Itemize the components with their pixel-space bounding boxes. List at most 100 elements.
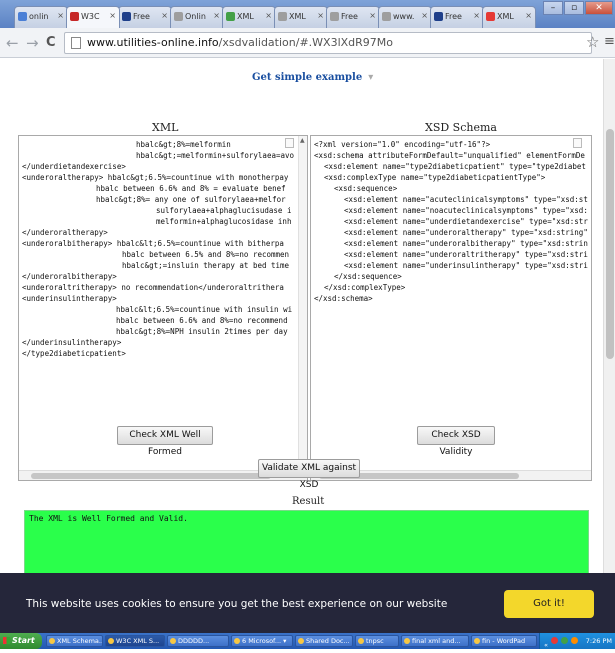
validate-xml-against-xsd-button[interactable]: Validate XML against XSD xyxy=(258,459,360,490)
taskbar-clock[interactable]: 7:26 PM xyxy=(586,633,612,649)
code-line: <xsd:sequence> xyxy=(334,184,398,193)
taskbar-app-icon xyxy=(298,638,304,644)
chevron-down-icon: ▾ xyxy=(368,72,374,83)
tab-close-icon[interactable]: × xyxy=(317,11,324,20)
tab-close-icon[interactable]: × xyxy=(109,11,116,20)
tab-label: Onlin xyxy=(185,12,206,21)
taskbar-item[interactable]: final xml and... xyxy=(401,635,469,647)
get-simple-example-link[interactable]: Get simple example ▾ xyxy=(252,72,373,83)
scroll-thumb[interactable] xyxy=(31,473,271,479)
browser-tab[interactable]: Free × xyxy=(430,6,484,28)
taskbar-item[interactable]: Shared Doc... xyxy=(295,635,353,647)
tray-app-icon[interactable] xyxy=(570,637,578,644)
scroll-up-icon[interactable]: ▲ xyxy=(300,137,305,144)
code-line: hbalc&gt;8%=NPH insulin 2times per day xyxy=(116,327,288,336)
browser-tab[interactable]: www. × xyxy=(378,6,432,28)
browser-menu-icon[interactable]: ≡ xyxy=(604,34,615,49)
tray-expand-icon[interactable]: « xyxy=(544,637,548,653)
browser-tab[interactable]: XML × xyxy=(222,6,276,28)
code-line: hbalc&gt;=insluin therapy at bed time xyxy=(122,261,290,270)
tab-favicon-icon xyxy=(330,12,339,21)
check-xsd-validity-button[interactable]: Check XSD Validity xyxy=(417,426,495,457)
close-window-button[interactable]: ✕ xyxy=(585,1,613,15)
taskbar-item-label: fin - WordPad xyxy=(482,637,526,645)
result-label: Result xyxy=(292,496,325,507)
page-content: Get simple example ▾ XML XSD Schema ▲ ▼ h… xyxy=(0,59,603,633)
browser-tab[interactable]: Onlin × xyxy=(170,6,224,28)
tab-close-icon[interactable]: × xyxy=(473,11,480,20)
forward-button[interactable]: → xyxy=(26,34,39,52)
tab-label: XML xyxy=(237,12,254,21)
taskbar-item[interactable]: tnpsc xyxy=(355,635,399,647)
browser-tab[interactable]: Free × xyxy=(326,6,380,28)
browser-tab[interactable]: XML × xyxy=(274,6,328,28)
tab-close-icon[interactable]: × xyxy=(57,11,64,20)
code-line: <xsd:complexType name="type2diabeticpati… xyxy=(324,173,546,182)
code-line: </type2diabeticpatient> xyxy=(22,349,126,358)
tab-label: W3C xyxy=(81,12,100,21)
browser-tab[interactable]: onlin × xyxy=(14,6,68,28)
tab-favicon-icon xyxy=(486,12,495,21)
tray-app-icon[interactable] xyxy=(550,637,558,644)
tab-close-icon[interactable]: × xyxy=(213,11,220,20)
tab-favicon-icon xyxy=(174,12,183,21)
minimize-button[interactable]: – xyxy=(543,1,563,15)
code-line: <xsd:element name="underoralbitherapy" t… xyxy=(344,239,588,248)
url-path: /xsdvalidation/#.WX3lXdR97Mo xyxy=(218,36,394,49)
start-button[interactable]: Start xyxy=(0,633,42,649)
tab-close-icon[interactable]: × xyxy=(161,11,168,20)
editor-resize-icon[interactable] xyxy=(573,138,582,148)
get-example-label: Get simple example xyxy=(252,72,363,83)
browser-tab[interactable]: W3C × xyxy=(66,6,120,28)
taskbar-item[interactable]: fin - WordPad xyxy=(471,635,537,647)
xsd-panel-title: XSD Schema xyxy=(425,121,497,134)
browser-tab-strip: – ▫ ✕ onlin × W3C × Free × Onlin × XML × XML × Free ×… xyxy=(0,0,615,28)
tab-close-icon[interactable]: × xyxy=(421,11,428,20)
tab-favicon-icon xyxy=(434,12,443,21)
code-line: hbalc&gt;=melformin+sulforylaea=avo xyxy=(136,151,295,160)
windows-taskbar: Start « 7:26 PM XML Schema... W3C XML S..… xyxy=(0,633,615,649)
cookie-accept-button[interactable]: Got it! xyxy=(504,590,594,618)
editor-resize-icon[interactable] xyxy=(285,138,294,148)
back-button[interactable]: ← xyxy=(6,34,19,52)
taskbar-item[interactable]: 6 Microsof... ▾ xyxy=(231,635,293,647)
code-line: <xsd:element name="underoraltherapy" typ… xyxy=(344,228,588,237)
address-bar[interactable]: www.utilities-online.info/xsdvalidation/… xyxy=(64,32,592,54)
xml-editor-vertical-scrollbar[interactable]: ▲ ▼ xyxy=(298,136,307,472)
taskbar-item-label: DDDDD... xyxy=(178,637,210,645)
tab-label: Free xyxy=(133,12,150,21)
tab-label: www. xyxy=(393,12,415,21)
tab-label: Free xyxy=(445,12,462,21)
window-controls: – ▫ ✕ xyxy=(543,1,613,15)
url-host: www.utilities-online.info xyxy=(87,36,219,49)
code-line: <underoralbitherapy> hbalc&lt;6.5%=count… xyxy=(22,239,284,248)
code-line: <xsd:schema attributeFormDefault="unqual… xyxy=(314,151,585,160)
taskbar-item-label: Shared Doc... xyxy=(306,637,350,645)
tab-close-icon[interactable]: × xyxy=(369,11,376,20)
taskbar-item[interactable]: W3C XML S... xyxy=(105,635,165,647)
start-label: Start xyxy=(12,636,35,645)
tab-close-icon[interactable]: × xyxy=(265,11,272,20)
code-line: <xsd:element name="type2diabeticpatient"… xyxy=(324,162,586,171)
bookmark-star-icon[interactable]: ☆ xyxy=(586,33,599,51)
reload-button[interactable]: C xyxy=(46,35,56,50)
code-line: hbalc&gt;8%= any one of sulforylaea+melf… xyxy=(96,195,286,204)
code-line: </underinsulintherapy> xyxy=(22,338,122,347)
tab-favicon-icon xyxy=(18,12,27,21)
browser-tab[interactable]: Free × xyxy=(118,6,172,28)
cookie-message: This website uses cookies to ensure you … xyxy=(26,598,448,610)
code-line: sulforylaea+alphaglucisudase i xyxy=(156,206,292,215)
page-scroll-thumb[interactable] xyxy=(606,129,614,359)
maximize-button[interactable]: ▫ xyxy=(564,1,584,15)
tab-close-icon[interactable]: × xyxy=(525,11,532,20)
taskbar-item[interactable]: XML Schema... xyxy=(46,635,103,647)
tray-app-icon[interactable] xyxy=(560,637,568,644)
browser-tab[interactable]: XML × xyxy=(482,6,536,28)
check-xml-well-formed-button[interactable]: Check XML Well Formed xyxy=(117,426,213,457)
taskbar-app-icon xyxy=(358,638,364,644)
tab-favicon-icon xyxy=(70,12,79,21)
page-vertical-scrollbar[interactable] xyxy=(603,59,615,633)
tab-label: Free xyxy=(341,12,358,21)
taskbar-item[interactable]: DDDDD... xyxy=(167,635,229,647)
tab-favicon-icon xyxy=(226,12,235,21)
